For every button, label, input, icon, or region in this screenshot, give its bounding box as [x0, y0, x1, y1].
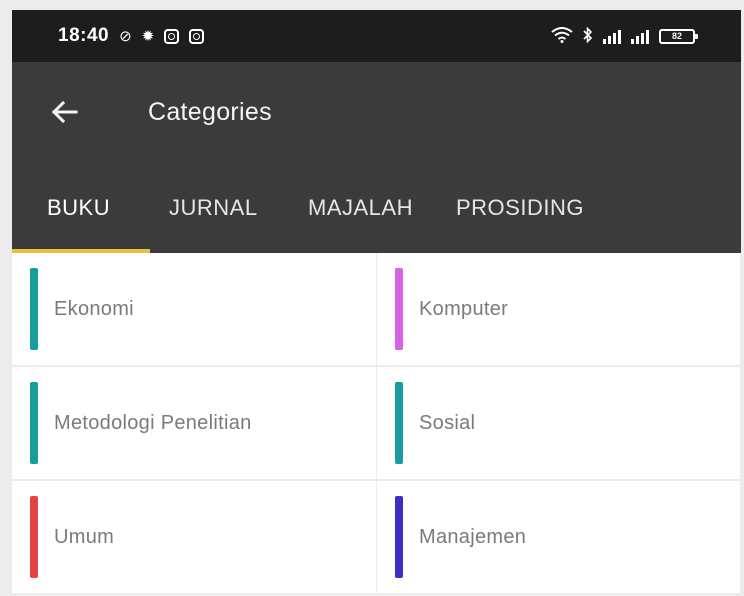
- category-color-bar: [395, 268, 403, 350]
- instagram-icon: [189, 28, 205, 44]
- arrow-left-icon: [51, 100, 78, 124]
- category-color-bar: [30, 382, 38, 464]
- page-title: Categories: [148, 97, 272, 126]
- status-bar: 18:40 ⊘ ✹ 82: [12, 10, 741, 62]
- category-label: Sosial: [419, 411, 476, 434]
- signal-icon: [631, 29, 649, 44]
- category-color-bar: [30, 268, 38, 350]
- tab-majalah[interactable]: MAJALAH: [287, 162, 452, 253]
- status-time: 18:40: [58, 25, 110, 46]
- tab-prosiding[interactable]: PROSIDING: [452, 162, 622, 253]
- status-bar-left: 18:40 ⊘ ✹: [58, 25, 205, 47]
- category-card-komputer[interactable]: Komputer: [377, 253, 741, 367]
- phone-screen: 18:40 ⊘ ✹ 82 Categories BUKU JURNAL MAJA…: [12, 10, 741, 596]
- instagram-icon: [164, 28, 180, 44]
- no-alarm-icon: ⊘: [119, 27, 132, 45]
- tab-bar: BUKU JURNAL MAJALAH PROSIDING: [12, 162, 741, 253]
- category-card-manajemen[interactable]: Manajemen: [377, 481, 741, 595]
- wifi-icon: [551, 26, 573, 46]
- category-color-bar: [395, 496, 403, 578]
- gear-icon: ✹: [141, 27, 155, 45]
- back-button[interactable]: [50, 98, 78, 126]
- category-label: Ekonomi: [54, 297, 134, 320]
- category-label: Manajemen: [419, 525, 527, 548]
- category-grid: Ekonomi Komputer Metodologi Penelitian S…: [12, 253, 741, 595]
- battery-level: 82: [671, 31, 682, 41]
- bluetooth-icon: [583, 26, 593, 46]
- category-card-ekonomi[interactable]: Ekonomi: [12, 253, 377, 367]
- category-label: Komputer: [419, 297, 509, 320]
- category-card-metodologi-penelitian[interactable]: Metodologi Penelitian: [12, 367, 377, 481]
- battery-icon: 82: [659, 28, 698, 44]
- category-label: Umum: [54, 525, 115, 548]
- category-color-bar: [30, 496, 38, 578]
- category-card-umum[interactable]: Umum: [12, 481, 377, 595]
- tab-buku[interactable]: BUKU: [12, 162, 150, 253]
- app-bar: Categories: [12, 62, 741, 162]
- category-card-sosial[interactable]: Sosial: [377, 367, 741, 481]
- signal-icon: [603, 29, 621, 44]
- status-bar-right: 82: [551, 26, 698, 46]
- tab-jurnal[interactable]: JURNAL: [150, 162, 287, 253]
- category-color-bar: [395, 382, 403, 464]
- category-label: Metodologi Penelitian: [54, 411, 252, 434]
